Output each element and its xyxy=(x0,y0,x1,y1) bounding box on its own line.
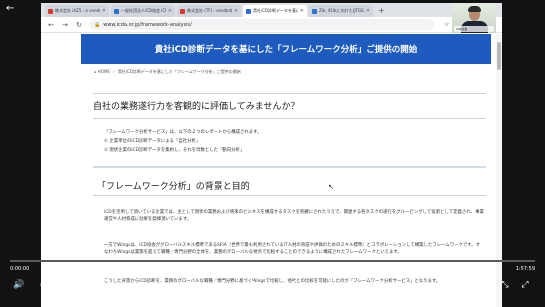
browser-tab[interactable]: 株式会社 (TF) - vendor総...✕ xyxy=(177,5,241,17)
hero-banner: 貴社iCD診断データを基にした「フレームワーク分析」ご提供の開始 xyxy=(81,34,491,64)
play-icon[interactable]: ▶ xyxy=(266,280,280,290)
section-heading: 「フレームワーク分析」の背景と目的 xyxy=(97,182,250,192)
section-heading: 自社の業務遂行力を客観的に評価してみませんか？ xyxy=(93,102,300,112)
close-tab-icon[interactable]: ✕ xyxy=(300,5,304,17)
presenter-hair xyxy=(468,6,481,12)
current-time: 0:00:00 xyxy=(10,266,30,272)
address-url: www.icda.or.jp/framework-analysis/ xyxy=(103,21,192,28)
scrollbar-track[interactable] xyxy=(496,34,502,307)
favicon-icon xyxy=(48,8,53,14)
back-icon[interactable]: ← xyxy=(47,21,55,29)
browser-tab[interactable]: 株式会社 iAZ5 - a vendor-iO...✕ xyxy=(45,5,109,17)
tab-label: Zik, 41年に向けた(JTGS)iC... xyxy=(319,8,364,13)
web-page: 貴社iCD診断データを基にした「フレームワーク分析」ご提供の開始 ⌂ HOME … xyxy=(41,34,502,307)
forward-icon[interactable]: → xyxy=(61,21,69,29)
divider xyxy=(93,195,486,196)
paragraph-line: ① 企業単位のiCD診断データによる「自社分析」 xyxy=(104,139,201,144)
paragraph-line: 「フレームワーク分析サービス」は、以下の２つのレポートから構成されます。 xyxy=(104,130,262,135)
divider xyxy=(93,166,486,168)
forward-30-icon[interactable]: ↻ xyxy=(288,280,302,290)
home-icon: ⌂ xyxy=(94,69,97,74)
tab-label: 貴社iCD診断データを基にした... xyxy=(253,8,298,13)
browser-tab-active[interactable]: 貴社iCD診断データを基にした...✕ xyxy=(243,5,307,17)
breadcrumb-home[interactable]: HOME xyxy=(98,69,110,74)
webcam-name-tag: iCD協会 xyxy=(454,26,494,32)
favicon-icon xyxy=(312,8,317,14)
breadcrumb: ⌂ HOME / 貴社iCD診断データを基にした「フレームワーク分析」ご提供の開… xyxy=(94,69,241,75)
captions-icon[interactable]: ▭ xyxy=(37,280,51,290)
breadcrumb-current: 貴社iCD診断データを基にした「フレームワーク分析」ご提供の開始 xyxy=(117,69,241,74)
mouse-cursor-icon: ↖ xyxy=(328,183,334,191)
shrink-icon[interactable]: ⤡ xyxy=(498,280,512,290)
tab-label: 株式会社 iAZ5 - a vendor-iO... xyxy=(55,8,100,13)
divider xyxy=(93,118,486,119)
new-tab-icon[interactable]: + xyxy=(378,5,385,17)
paragraph: 一方でWingsは、iCD協会がグローバルスキル標準であるSFIA（世界で最も利… xyxy=(104,243,481,255)
total-duration: 1:57:59 xyxy=(515,266,535,272)
paragraph-line: ② 現状企業のiCD診断データを集約し、それを母数とした「動向分析」 xyxy=(104,148,245,153)
edit-icon[interactable]: ✎ xyxy=(458,280,472,290)
volume-icon[interactable]: 🔊 xyxy=(12,280,26,290)
tab-label: 一般社団法人iCD協会 iCD... xyxy=(121,8,166,13)
tab-label: 株式会社 (TF) - vendor総... xyxy=(187,8,232,13)
video-player: 株式会社 iAZ5 - a vendor-iO...✕ 一般社団法人iCD協会 … xyxy=(0,0,545,307)
back-arrow-icon[interactable]: ← xyxy=(6,3,14,14)
favicon-icon xyxy=(180,8,185,14)
tab-strip: 株式会社 iAZ5 - a vendor-iO...✕ 一般社団法人iCD協会 … xyxy=(41,3,502,17)
browser-toolbar: ← → ↻ 🔒 www.icda.or.jp/framework-analysi… xyxy=(41,17,502,33)
favicon-icon xyxy=(114,8,119,14)
page-title: 貴社iCD診断データを基にした「フレームワーク分析」ご提供の開始 xyxy=(154,45,418,55)
close-tab-icon[interactable]: ✕ xyxy=(168,5,172,17)
close-tab-icon[interactable]: ✕ xyxy=(102,5,106,17)
scrollbar-thumb[interactable] xyxy=(497,42,501,70)
divider xyxy=(93,93,486,94)
browser-tab[interactable]: Zik, 41年に向けた(JTGS)iC...✕ xyxy=(309,5,373,17)
paragraph: iCDを活用して頂いている企業では、主として現状の業務および将来のビジネスを構成… xyxy=(104,210,484,222)
reload-icon[interactable]: ↻ xyxy=(75,21,83,29)
breadcrumb-separator: / xyxy=(113,69,115,74)
progress-bar[interactable] xyxy=(10,260,535,262)
star-icon[interactable]: ☆ xyxy=(444,21,449,28)
close-tab-icon[interactable]: ✕ xyxy=(366,5,370,17)
address-bar[interactable]: 🔒 www.icda.or.jp/framework-analysis/ xyxy=(89,19,434,30)
rewind-10-icon[interactable]: ↺ xyxy=(244,280,258,290)
more-options-icon[interactable]: ⋯ xyxy=(476,280,490,290)
browser-tab[interactable]: 一般社団法人iCD協会 iCD...✕ xyxy=(111,5,175,17)
webcam-overlay: iCD協会 xyxy=(452,3,496,33)
favicon-icon xyxy=(246,8,251,14)
fullscreen-icon[interactable]: ⤢ xyxy=(518,280,532,290)
close-tab-icon[interactable]: ✕ xyxy=(234,5,238,17)
lock-icon: 🔒 xyxy=(94,21,101,28)
